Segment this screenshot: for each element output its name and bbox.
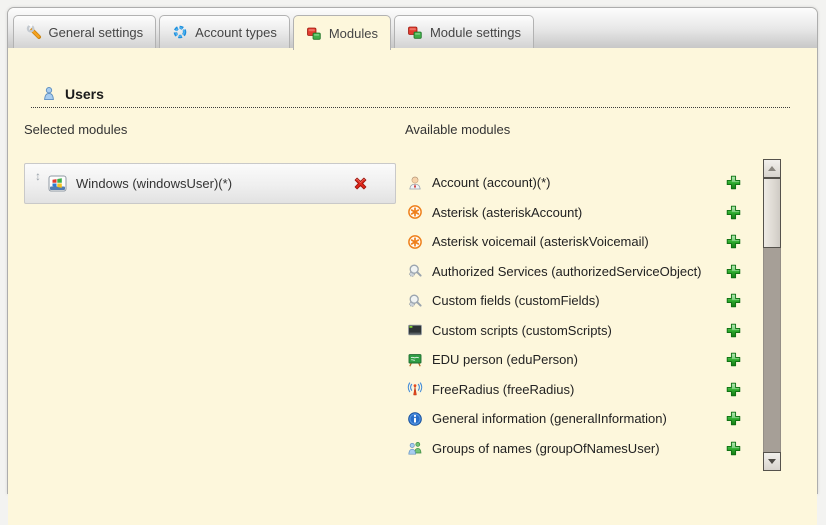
terminal-icon [407,322,423,338]
add-module-button[interactable] [726,352,741,367]
available-module-name: FreeRadius (freeRadius) [432,382,726,397]
settings-panel: General settings Account types Modules M… [7,7,818,494]
tab-label: Modules [329,26,378,41]
selected-module-row: ↕ Windows (windowsUser)(*) [24,163,396,204]
available-module-name: EDU person (eduPerson) [432,352,726,367]
scrollbar-track[interactable] [763,178,781,452]
gear-icon [172,24,188,40]
available-module-name: Custom scripts (customScripts) [432,323,726,338]
available-module-name: Asterisk voicemail (asteriskVoicemail) [432,234,726,249]
account-icon [407,175,423,191]
scrollbar-thumb[interactable] [763,178,781,248]
add-module-button[interactable] [726,205,741,220]
tab[interactable]: Module settings [394,15,534,48]
available-module-row: Asterisk (asteriskAccount) [405,198,741,228]
available-module-row: Custom scripts (customScripts) [405,316,741,346]
add-module-button[interactable] [726,293,741,308]
available-module-name: General information (generalInformation) [432,411,726,426]
asterisk-icon [407,234,423,250]
tab-label: General settings [49,25,144,40]
available-modules-column: Available modules Account (account)(*) [405,122,817,463]
add-module-button[interactable] [726,323,741,338]
available-module-name: Authorized Services (authorizedServiceOb… [432,264,726,279]
drag-handle-icon[interactable]: ↕ [35,170,41,182]
selected-modules-column: Selected modules ↕ Windows (windowsUser)… [24,122,396,463]
windows-icon [48,174,67,193]
blackboard-icon [407,352,423,368]
section-header: Users [31,86,790,108]
add-module-button[interactable] [726,234,741,249]
selected-modules-label: Selected modules [24,122,396,138]
scroll-up-button[interactable] [763,159,781,178]
available-module-name: Asterisk (asteriskAccount) [432,205,726,220]
wrench-icon [26,24,42,40]
available-module-row: Account (account)(*) [405,168,741,198]
add-module-button[interactable] [726,175,741,190]
available-module-row: EDU person (eduPerson) [405,345,741,375]
asterisk-icon [407,204,423,220]
selected-module-name: Windows (windowsUser)(*) [76,176,352,191]
user-icon [41,86,57,102]
selected-modules-list: ↕ Windows (windowsUser)(*) [24,163,396,204]
info-icon [407,411,423,427]
antenna-icon [407,381,423,397]
scroll-down-button[interactable] [763,452,781,471]
available-module-row: General information (generalInformation) [405,404,741,434]
tab[interactable]: Modules [293,15,391,50]
add-module-button[interactable] [726,264,741,279]
remove-module-button[interactable] [352,175,369,192]
group-icon [407,440,423,456]
content-area: Users Selected modules ↕ Windows (window… [8,86,817,525]
add-module-button[interactable] [726,382,741,397]
available-module-row: FreeRadius (freeRadius) [405,375,741,405]
arrow-up-icon [768,166,776,171]
modules-icon [407,24,423,40]
tab[interactable]: Account types [159,15,290,48]
tab-bar: General settings Account types Modules M… [8,8,817,48]
available-modules-label: Available modules [405,122,817,138]
add-module-button[interactable] [726,441,741,456]
magnifier-gear-icon [407,263,423,279]
scrollbar[interactable] [763,159,781,471]
available-module-name: Custom fields (customFields) [432,293,726,308]
section-title: Users [65,86,104,102]
modules-icon [306,25,322,41]
available-module-row: Asterisk voicemail (asteriskVoicemail) [405,227,741,257]
tab-label: Module settings [430,25,521,40]
arrow-down-icon [768,459,776,464]
tab-label: Account types [195,25,277,40]
available-module-row: Custom fields (customFields) [405,286,741,316]
add-module-button[interactable] [726,411,741,426]
available-module-row: Authorized Services (authorizedServiceOb… [405,257,741,287]
modules-columns: Selected modules ↕ Windows (windowsUser)… [24,122,817,463]
available-module-name: Groups of names (groupOfNamesUser) [432,441,726,456]
available-modules-list: Account (account)(*) [405,168,741,463]
available-module-name: Account (account)(*) [432,175,726,190]
magnifier-gear-icon [407,293,423,309]
available-module-row: Groups of names (groupOfNamesUser) [405,434,741,464]
tab[interactable]: General settings [13,15,157,48]
